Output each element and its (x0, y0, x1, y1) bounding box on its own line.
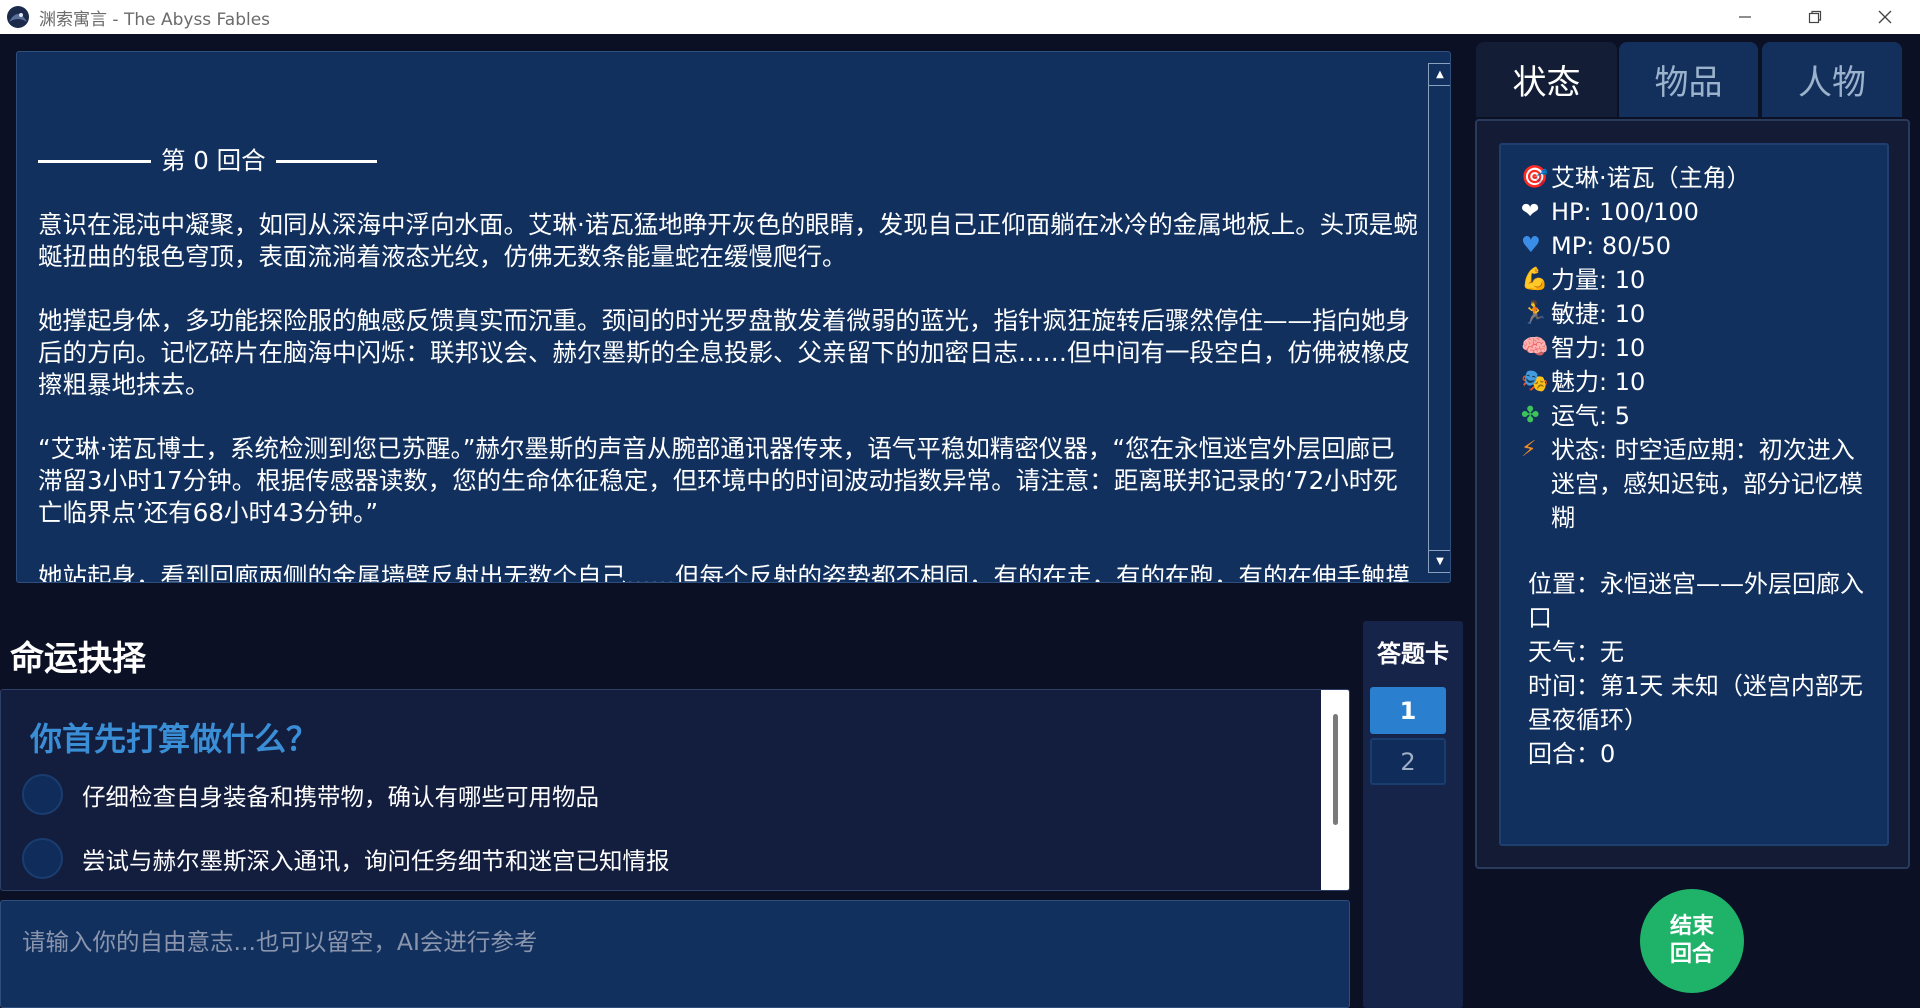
choice-option-2[interactable]: 尝试与赫尔墨斯深入通讯，询问任务细节和迷宫已知情报 (22, 838, 670, 879)
choice-option-label: 尝试与赫尔墨斯深入通讯，询问任务细节和迷宫已知情报 (82, 846, 670, 875)
divider-right (275, 159, 377, 163)
world-info: 位置：永恒迷宫——外层回廊入口 天气：无 时间：第1天 未知（迷宫内部无昼夜循环… (1521, 567, 1869, 771)
round-header: 第 0 回合 (38, 145, 1418, 177)
theater-masks-icon: 🎭 (1521, 369, 1549, 394)
strength-value: 力量: 10 (1551, 266, 1646, 294)
answer-card-title: 答题卡 (1377, 640, 1449, 668)
condition-value: 状态: 时空适应期：初次进入迷宫，感知迟钝，部分记忆模糊 (1551, 436, 1863, 532)
mp-row: ♥ MP: 80/50 (1521, 229, 1869, 263)
brain-icon: 🧠 (1521, 335, 1549, 360)
radio-button[interactable] (22, 774, 63, 815)
charm-row: 🎭 魅力: 10 (1521, 365, 1869, 399)
hp-row: ❤ HP: 100/100 (1521, 195, 1869, 229)
story-paragraph: 她撑起身体，多功能探险服的触感反馈真实而沉重。颈间的时光罗盘散发着微弱的蓝光，指… (38, 306, 1410, 399)
scroll-up-arrow-icon[interactable]: ▲ (1429, 64, 1450, 86)
story-paragraph: 意识在混沌中凝聚，如同从深海中浮向水面。艾琳·诺瓦猛地睁开灰色的眼睛，发现自己正… (38, 210, 1418, 271)
agility-row: 🏃 敏捷: 10 (1521, 297, 1869, 331)
end-turn-label-2: 回合 (1669, 942, 1714, 967)
mp-value: MP: 80/50 (1551, 232, 1672, 260)
title-bar: 渊索寓言 - The Abyss Fables (0, 0, 1920, 34)
story-paragraph: “艾琳·诺瓦博士，系统检测到您已苏醒。”赫尔墨斯的声音从腕部通讯器传来，语气平稳… (38, 434, 1398, 527)
fate-choice-title: 命运抉择 (10, 639, 146, 679)
four-leaf-clover-icon: ✤ (1521, 403, 1540, 428)
story-paragraph: 她站起身，看到回廊两侧的金属墙壁反射出无数个自己……但每个反射的姿势都不相同，有… (38, 562, 1410, 583)
lightning-icon: ⚡ (1521, 437, 1537, 462)
time-value: 时间：第1天 未知（迷宫内部无昼夜循环） (1528, 672, 1863, 734)
condition-row: ⚡ 状态: 时空适应期：初次进入迷宫，感知迟钝，部分记忆模糊 (1521, 433, 1869, 535)
scrollbar-thumb[interactable] (1333, 714, 1338, 825)
divider-left (38, 159, 151, 163)
hp-value: HP: 100/100 (1551, 198, 1699, 226)
answer-card: 答题卡 1 2 (1363, 621, 1463, 1008)
status-box: 🎯 艾琳·诺瓦（主角） ❤ HP: 100/100 ♥ MP: 80/50 💪 … (1499, 143, 1889, 846)
choice-panel: 你首先打算做什么？ 仔细检查自身装备和携带物，确认有哪些可用物品 尝试与赫尔墨斯… (0, 689, 1350, 891)
luck-row: ✤ 运气: 5 (1521, 399, 1869, 433)
restore-icon (1808, 10, 1822, 24)
character-name-row: 🎯 艾琳·诺瓦（主角） (1521, 161, 1869, 195)
intelligence-value: 智力: 10 (1551, 334, 1646, 362)
running-person-icon: 🏃 (1521, 301, 1549, 326)
answer-card-item-1[interactable]: 1 (1370, 687, 1446, 734)
story-panel[interactable]: 第 0 回合 意识在混沌中凝聚，如同从深海中浮向水面。艾琳·诺瓦猛地睁开灰色的眼… (16, 51, 1451, 583)
round-header-label: 第 0 回合 (161, 146, 266, 175)
end-turn-button[interactable]: 结束 回合 (1640, 889, 1744, 993)
tab-items[interactable]: 物品 (1619, 42, 1758, 117)
choice-option-1[interactable]: 仔细检查自身装备和携带物，确认有哪些可用物品 (22, 774, 599, 815)
choice-scrollbar[interactable] (1321, 690, 1349, 890)
target-icon: 🎯 (1521, 165, 1549, 190)
blue-heart-icon: ♥ (1521, 233, 1541, 258)
story-content: 第 0 回合 意识在混沌中凝聚，如同从深海中浮向水面。艾琳·诺瓦猛地睁开灰色的眼… (38, 145, 1418, 583)
minimize-button[interactable] (1710, 0, 1780, 34)
question-text: 你首先打算做什么？ (30, 720, 319, 758)
status-panel: 🎯 艾琳·诺瓦（主角） ❤ HP: 100/100 ♥ MP: 80/50 💪 … (1475, 119, 1910, 869)
minimize-icon (1739, 16, 1751, 18)
scroll-down-arrow-icon[interactable]: ▼ (1429, 550, 1450, 572)
agility-value: 敏捷: 10 (1551, 300, 1646, 328)
free-will-input[interactable] (0, 900, 1350, 1008)
round-value: 回合：0 (1528, 740, 1616, 768)
heart-icon: ❤ (1521, 199, 1540, 224)
character-name: 艾琳·诺瓦（主角） (1551, 164, 1751, 192)
story-scrollbar[interactable]: ▲ ▼ (1428, 63, 1450, 573)
window-title: 渊索寓言 - The Abyss Fables (39, 9, 271, 30)
charm-value: 魅力: 10 (1551, 368, 1646, 396)
end-turn-label-1: 结束 (1669, 914, 1714, 939)
tab-characters[interactable]: 人物 (1762, 42, 1902, 117)
luck-value: 运气: 5 (1551, 402, 1630, 430)
restore-button[interactable] (1780, 0, 1850, 34)
tab-status[interactable]: 状态 (1476, 42, 1617, 117)
close-icon (1878, 10, 1892, 24)
close-button[interactable] (1850, 0, 1920, 34)
location-value: 位置：永恒迷宫——外层回廊入口 (1528, 570, 1864, 632)
window-controls (1710, 0, 1920, 34)
radio-button[interactable] (22, 838, 63, 879)
answer-card-item-2[interactable]: 2 (1370, 738, 1446, 785)
choice-option-label: 仔细检查自身装备和携带物，确认有哪些可用物品 (82, 782, 599, 811)
intelligence-row: 🧠 智力: 10 (1521, 331, 1869, 365)
flexed-biceps-icon: 💪 (1521, 267, 1549, 292)
weather-value: 天气：无 (1528, 638, 1624, 666)
app-logo-icon (7, 6, 29, 28)
strength-row: 💪 力量: 10 (1521, 263, 1869, 297)
